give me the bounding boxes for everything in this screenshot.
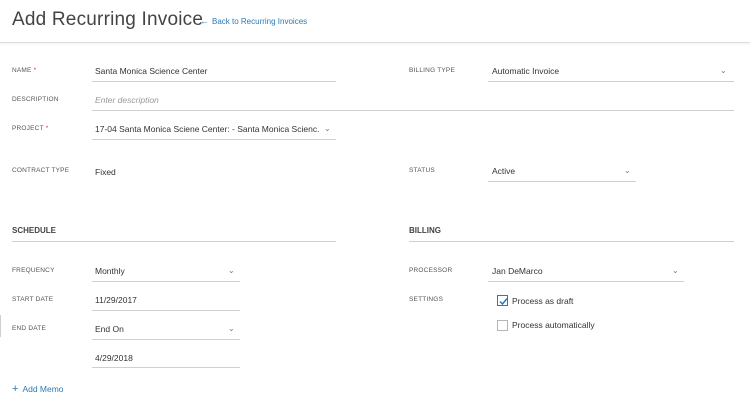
- chevron-down-icon[interactable]: ⌄: [228, 325, 235, 333]
- back-link-label: Back to Recurring Invoices: [212, 17, 308, 26]
- description-underline: [92, 110, 734, 111]
- billing-type-underline: [488, 81, 734, 82]
- process-as-draft-label: Process as draft: [512, 296, 574, 306]
- chevron-down-icon[interactable]: ⌄: [228, 267, 235, 275]
- frequency-label: FREQUENCY: [12, 267, 55, 274]
- status-label: STATUS: [409, 167, 435, 174]
- settings-label: SETTINGS: [409, 296, 444, 303]
- project-required-marker: *: [45, 125, 49, 132]
- chevron-down-icon[interactable]: ⌄: [672, 267, 679, 275]
- plus-icon: +: [12, 383, 19, 395]
- end-date-label: END DATE: [12, 325, 46, 332]
- start-date-underline: [92, 310, 240, 311]
- description-input[interactable]: Enter description: [95, 95, 159, 105]
- billing-section-title: BILLING: [409, 226, 441, 235]
- processor-underline: [488, 281, 684, 282]
- name-label: NAME *: [12, 67, 37, 74]
- process-as-draft-checkbox[interactable]: [497, 295, 508, 306]
- billing-type-select[interactable]: Automatic Invoice: [492, 66, 559, 76]
- chevron-down-icon[interactable]: ⌄: [624, 167, 631, 175]
- end-date-select[interactable]: End On: [95, 324, 124, 334]
- left-edge-divider: [0, 315, 1, 337]
- frequency-underline: [92, 281, 240, 282]
- name-field-underline: [92, 81, 336, 82]
- description-label: DESCRIPTION: [12, 96, 59, 103]
- process-automatically-checkbox[interactable]: [497, 320, 508, 331]
- chevron-down-icon[interactable]: ⌄: [720, 67, 727, 75]
- end-date-input-underline: [92, 367, 240, 368]
- name-required-marker: *: [33, 67, 37, 74]
- schedule-section-title: SCHEDULE: [12, 226, 57, 235]
- processor-select[interactable]: Jan DeMarco: [492, 266, 543, 276]
- billing-section-divider: [409, 241, 734, 242]
- end-date-underline: [92, 339, 240, 340]
- start-date-label: START DATE: [12, 296, 54, 303]
- checkmark-icon: [499, 298, 508, 306]
- name-input[interactable]: Santa Monica Science Center: [95, 66, 207, 76]
- schedule-section-divider: [12, 241, 336, 242]
- end-date-input[interactable]: 4/29/2018: [95, 353, 133, 363]
- back-to-recurring-invoices-link[interactable]: ← Back to Recurring Invoices: [200, 16, 307, 26]
- frequency-select[interactable]: Monthly: [95, 266, 125, 276]
- contract-type-label: CONTRACT TYPE: [12, 167, 70, 174]
- process-automatically-label: Process automatically: [512, 320, 595, 330]
- project-select[interactable]: 17-04 Santa Monica Sciene Center: - Sant…: [95, 124, 320, 134]
- start-date-input[interactable]: 11/29/2017: [95, 295, 137, 305]
- processor-label: PROCESSOR: [409, 267, 453, 274]
- add-memo-label: Add Memo: [22, 384, 64, 394]
- status-select[interactable]: Active: [492, 166, 515, 176]
- add-memo-link[interactable]: + Add Memo: [12, 383, 64, 395]
- contract-type-value: Fixed: [95, 167, 116, 177]
- status-underline: [488, 181, 636, 182]
- project-underline: [92, 139, 336, 140]
- project-label: PROJECT *: [12, 125, 49, 132]
- billing-type-label: BILLING TYPE: [409, 67, 455, 74]
- arrow-left-icon: ←: [200, 16, 209, 26]
- page-title: Add Recurring Invoice: [12, 9, 204, 30]
- chevron-down-icon[interactable]: ⌄: [324, 125, 331, 133]
